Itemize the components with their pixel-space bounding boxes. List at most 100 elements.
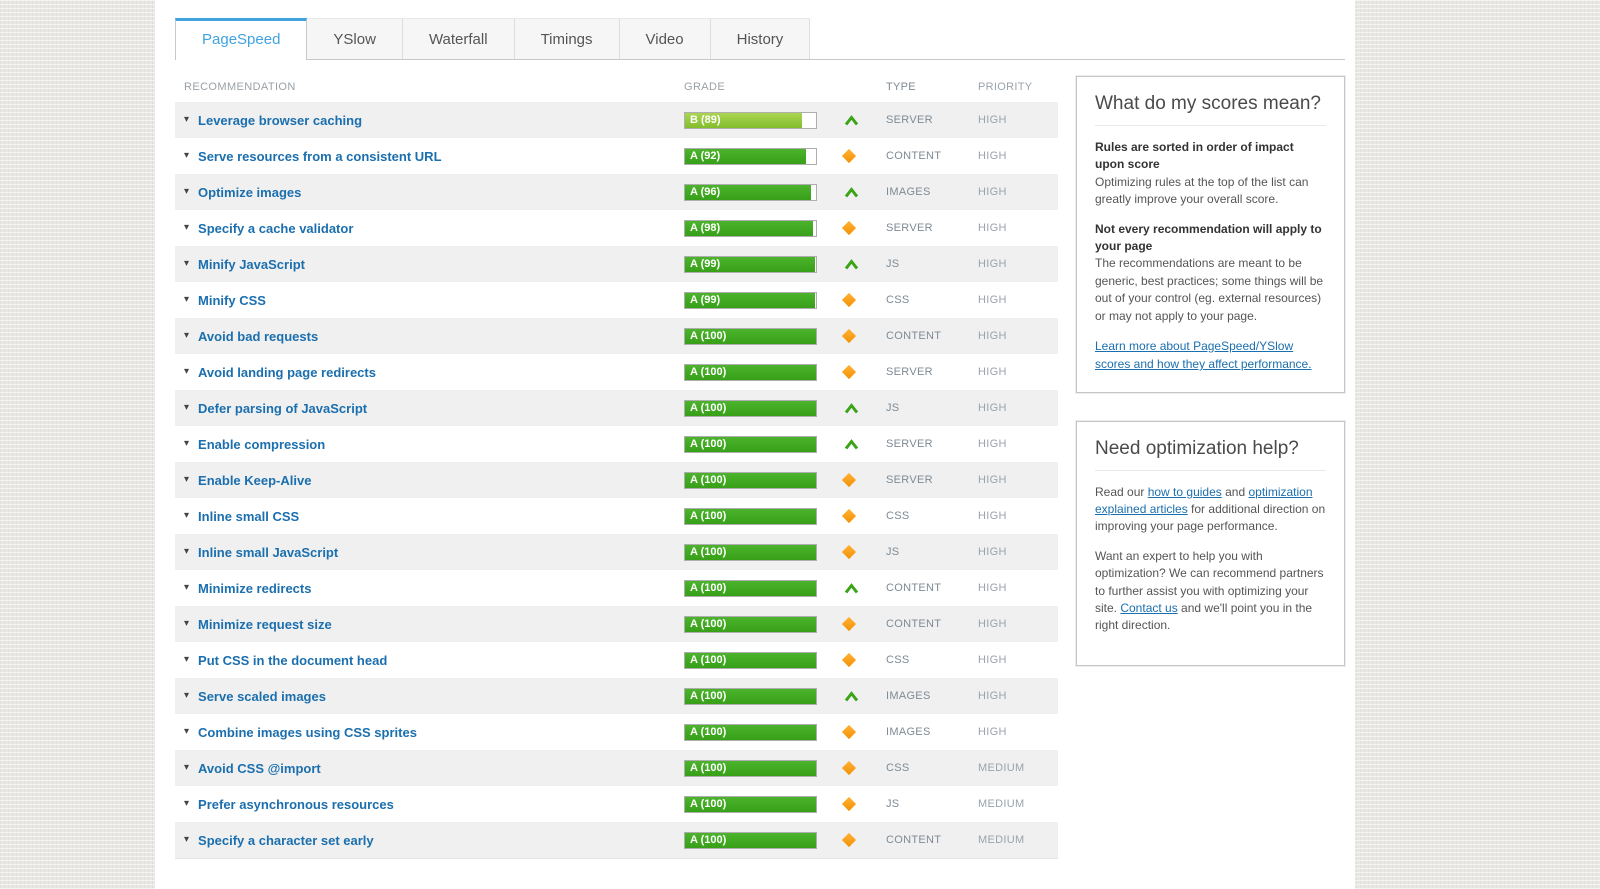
recommendation-row: ▾ Avoid CSS @import A (100) CSS MEDIUM (175, 750, 1058, 786)
recommendation-link[interactable]: Inline small JavaScript (198, 545, 338, 560)
trend-cell (830, 258, 886, 270)
recommendation-link[interactable]: Optimize images (198, 185, 301, 200)
inline-link[interactable]: Contact us (1120, 601, 1177, 615)
expand-caret-icon[interactable]: ▾ (184, 511, 189, 521)
expand-caret-icon[interactable]: ▾ (184, 691, 189, 701)
recommendation-link[interactable]: Minify CSS (198, 293, 266, 308)
recommendation-link[interactable]: Inline small CSS (198, 509, 299, 524)
recommendation-link[interactable]: Put CSS in the document head (198, 653, 387, 668)
grade-label: A (100) (690, 833, 727, 846)
expand-caret-icon[interactable]: ▾ (184, 583, 189, 593)
recommendation-row: ▾ Minify JavaScript A (99) JS HIGH (175, 246, 1058, 282)
recommendation-link[interactable]: Prefer asynchronous resources (198, 797, 394, 812)
trend-cell (830, 690, 886, 702)
expand-caret-icon[interactable]: ▾ (184, 367, 189, 377)
grade-label: A (92) (690, 149, 721, 162)
priority-cell: HIGH (978, 222, 1007, 234)
expand-caret-icon[interactable]: ▾ (184, 547, 189, 557)
trend-cell (830, 796, 886, 812)
scores-sections: Rules are sorted in order of impact upon… (1095, 139, 1326, 325)
chevron-up-icon (844, 258, 859, 269)
grade-bar: A (100) (684, 759, 817, 777)
diamond-icon (841, 508, 857, 524)
expand-caret-icon[interactable]: ▾ (184, 403, 189, 413)
recommendations-table: RECOMMENDATION GRADE TYPE PRIORITY ▾ Leve… (175, 76, 1058, 859)
type-cell: CSS (886, 654, 910, 666)
tab-video[interactable]: Video (619, 18, 711, 59)
grade-label: A (100) (690, 365, 727, 378)
recommendation-link[interactable]: Leverage browser caching (198, 113, 362, 128)
trend-cell (830, 292, 886, 308)
recommendation-row: ▾ Serve resources from a consistent URL A … (175, 138, 1058, 174)
expand-caret-icon[interactable]: ▾ (184, 727, 189, 737)
type-cell: CONTENT (886, 330, 942, 342)
diamond-icon (841, 472, 857, 488)
recommendation-link[interactable]: Serve scaled images (198, 689, 326, 704)
grade-bar: A (99) (684, 291, 817, 309)
priority-cell: HIGH (978, 438, 1007, 450)
expand-caret-icon[interactable]: ▾ (184, 151, 189, 161)
recommendation-link[interactable]: Defer parsing of JavaScript (198, 401, 367, 416)
recommendation-row: ▾ Specify a character set early A (100) CON… (175, 822, 1058, 858)
trend-cell (830, 186, 886, 198)
inline-link[interactable]: how to guides (1148, 485, 1222, 499)
recommendation-row: ▾ Avoid landing page redirects A (100) SERV… (175, 354, 1058, 390)
tab-yslow[interactable]: YSlow (307, 18, 403, 59)
recommendation-link[interactable]: Serve resources from a consistent URL (198, 149, 441, 164)
expand-caret-icon[interactable]: ▾ (184, 835, 189, 845)
expand-caret-icon[interactable]: ▾ (184, 475, 189, 485)
grade-label: A (100) (690, 473, 727, 486)
type-cell: JS (886, 798, 900, 810)
recommendation-row: ▾ Minimize request size A (100) CONTENT HIGH (175, 606, 1058, 642)
grade-label: A (98) (690, 221, 721, 234)
recommendation-link[interactable]: Enable compression (198, 437, 325, 452)
table-header: RECOMMENDATION GRADE TYPE PRIORITY (175, 76, 1058, 102)
expand-caret-icon[interactable]: ▾ (184, 439, 189, 449)
scores-box-title: What do my scores mean? (1095, 93, 1326, 126)
grade-fill: A (96) (685, 184, 811, 200)
help-box-title: Need optimization help? (1095, 438, 1326, 471)
expand-caret-icon[interactable]: ▾ (184, 331, 189, 341)
grade-fill: A (100) (685, 328, 816, 344)
scores-learn-more-link[interactable]: Learn more about PageSpeed/YSlow scores … (1095, 339, 1312, 371)
tab-pagespeed[interactable]: PageSpeed (175, 18, 308, 60)
header-trend-spacer (830, 81, 886, 93)
grade-label: A (100) (690, 545, 727, 558)
grade-label: A (100) (690, 761, 727, 774)
grade-bar: A (100) (684, 687, 817, 705)
recommendation-link[interactable]: Combine images using CSS sprites (198, 725, 417, 740)
tab-history[interactable]: History (710, 18, 811, 59)
trend-cell (830, 402, 886, 414)
recommendation-link[interactable]: Avoid CSS @import (198, 761, 321, 776)
chevron-up-icon (844, 690, 859, 701)
recommendation-link[interactable]: Avoid bad requests (198, 329, 318, 344)
recommendation-link[interactable]: Minimize redirects (198, 581, 311, 596)
expand-caret-icon[interactable]: ▾ (184, 259, 189, 269)
recommendation-link[interactable]: Specify a cache validator (198, 221, 353, 236)
priority-cell: HIGH (978, 654, 1007, 666)
expand-caret-icon[interactable]: ▾ (184, 187, 189, 197)
recommendation-link[interactable]: Avoid landing page redirects (198, 365, 376, 380)
recommendation-link[interactable]: Enable Keep-Alive (198, 473, 311, 488)
diamond-icon (841, 148, 857, 164)
expand-caret-icon[interactable]: ▾ (184, 763, 189, 773)
tab-timings[interactable]: Timings (514, 18, 620, 59)
expand-caret-icon[interactable]: ▾ (184, 619, 189, 629)
expand-caret-icon[interactable]: ▾ (184, 655, 189, 665)
grade-bar: A (100) (684, 723, 817, 741)
expand-caret-icon[interactable]: ▾ (184, 223, 189, 233)
recommendation-link[interactable]: Specify a character set early (198, 833, 374, 848)
grade-fill: A (99) (685, 292, 815, 308)
expand-caret-icon[interactable]: ▾ (184, 115, 189, 125)
diamond-icon (841, 652, 857, 668)
recommendation-link[interactable]: Minify JavaScript (198, 257, 305, 272)
priority-cell: HIGH (978, 726, 1007, 738)
tab-waterfall[interactable]: Waterfall (402, 18, 515, 59)
recommendation-row: ▾ Prefer asynchronous resources A (100) JS M… (175, 786, 1058, 822)
trend-cell (830, 544, 886, 560)
recommendation-link[interactable]: Minimize request size (198, 617, 332, 632)
priority-cell: HIGH (978, 402, 1007, 414)
expand-caret-icon[interactable]: ▾ (184, 295, 189, 305)
diamond-icon (841, 616, 857, 632)
expand-caret-icon[interactable]: ▾ (184, 799, 189, 809)
